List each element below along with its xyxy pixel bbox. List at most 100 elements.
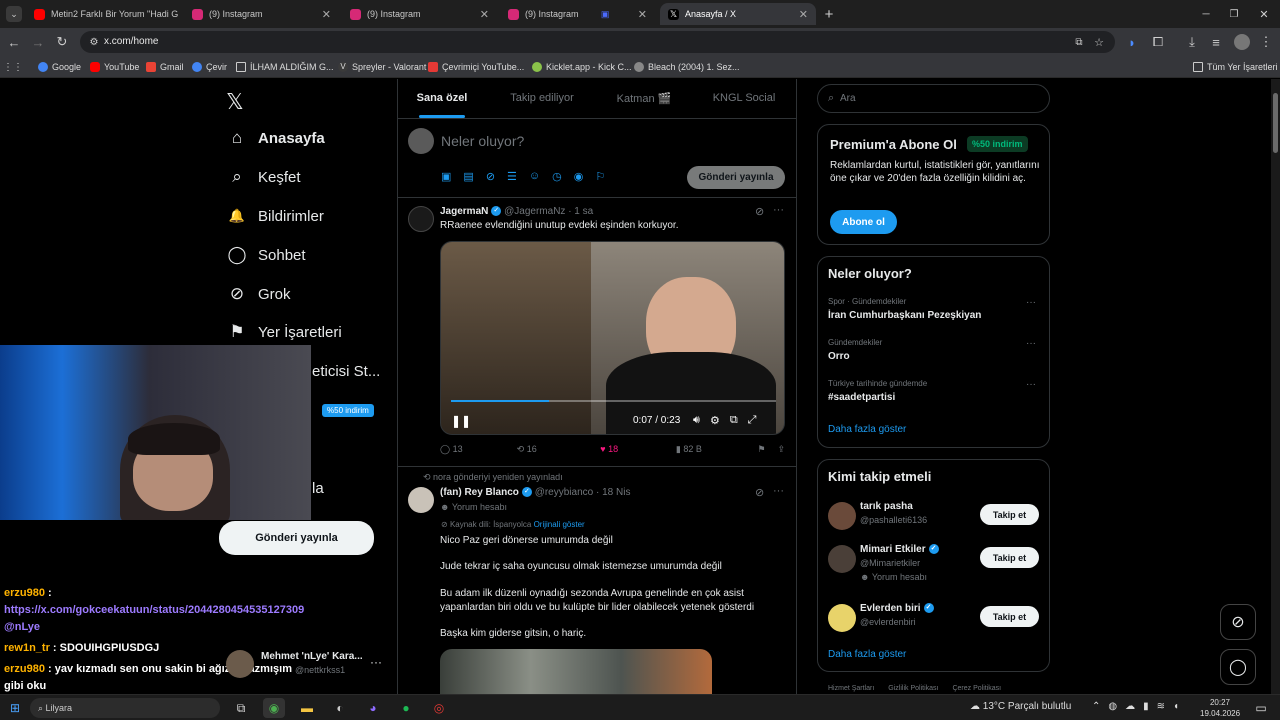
extension-icon[interactable]: ◗ <box>1124 34 1140 50</box>
follow-button[interactable]: Takip et <box>980 606 1039 627</box>
composer-avatar[interactable] <box>408 128 434 154</box>
chat-link[interactable]: https://x.com/gokceekatuun/status/204428… <box>4 604 304 633</box>
more-icon[interactable]: ··· <box>1026 379 1036 390</box>
subscribe-button[interactable]: Abone ol <box>830 210 897 234</box>
like-button[interactable]: ♥ 18 <box>600 444 676 455</box>
tweet-video[interactable]: ❚❚ 0:07 / 0:23 🔊︎ ⚙ ⧉ ⤢ <box>440 241 785 435</box>
popout-icon[interactable]: ⧉ <box>730 414 738 427</box>
notifications-icon[interactable]: ▭ <box>1250 698 1272 718</box>
volume-icon[interactable]: 🔊︎ <box>693 414 700 427</box>
spotify-icon[interactable]: ● <box>395 698 417 718</box>
retweet-button[interactable]: ⟲ 16 <box>517 444 601 455</box>
sidebar-item-profile[interactable]: la <box>312 477 324 499</box>
network-icon[interactable]: ◍ <box>1108 701 1117 712</box>
emoji-icon[interactable]: ☺ <box>529 170 540 183</box>
discord-icon[interactable]: ◕ <box>362 698 384 718</box>
tab-1[interactable]: (9) Instagram ✕ <box>184 3 339 25</box>
page-scrollbar[interactable] <box>1271 79 1280 694</box>
menu-kebab-icon[interactable]: ⋮ <box>1258 34 1274 50</box>
bookmark-star-icon[interactable]: ☆ <box>1092 35 1106 49</box>
tweet-author-name[interactable]: (fan) Rey Blanco <box>440 487 519 498</box>
account-avatar[interactable] <box>226 650 254 678</box>
forward-icon[interactable]: → <box>30 34 46 50</box>
close-icon[interactable]: ✕ <box>632 8 647 21</box>
schedule-icon[interactable]: ◷ <box>552 170 562 183</box>
close-icon[interactable]: ✕ <box>178 8 181 21</box>
chevron-up-icon[interactable]: ⌃ <box>1092 701 1100 712</box>
tweet-time[interactable]: · 1 sa <box>568 206 593 217</box>
bookmark-folder-ilham[interactable]: İLHAM ALDIĞIM G... <box>236 59 334 75</box>
bookmark-icon[interactable]: ⚑ <box>758 444 778 455</box>
bookmark-kicklet[interactable]: Kicklet.app - Kick C... <box>532 59 632 75</box>
recording-app-icon[interactable]: ◎ <box>428 698 450 718</box>
reload-icon[interactable]: ↻ <box>54 34 70 50</box>
windows-start-icon[interactable]: ⊞ <box>4 698 26 718</box>
footer-link[interactable]: Hizmet Şartları <box>828 685 874 692</box>
more-icon[interactable]: ··· <box>773 485 784 497</box>
profile-avatar[interactable] <box>1234 34 1250 50</box>
all-bookmarks[interactable]: Tüm Yer İşaretleri <box>1193 59 1278 75</box>
chrome-icon[interactable]: ◉ <box>263 698 285 718</box>
sidebar-item-grok[interactable]: ⊘ Grok <box>226 283 291 305</box>
suggestion-name[interactable]: Evlerden biri ✓ <box>860 603 934 614</box>
tab-for-you[interactable]: Sana özel <box>410 92 474 104</box>
download-icon[interactable]: ⤓ <box>1184 34 1200 50</box>
sidebar-item-explore[interactable]: ⌕ Keşfet <box>226 166 300 188</box>
tweet-image[interactable] <box>440 649 712 694</box>
account-more-icon[interactable]: ··· <box>370 655 382 669</box>
suggestion-avatar[interactable] <box>828 502 856 530</box>
trend-item[interactable]: Türkiye tarihinde gündemde #saadetpartis… <box>818 377 1049 418</box>
follow-show-more[interactable]: Daha fazla göster <box>828 649 906 660</box>
tweet-time[interactable]: · 18 Nis <box>596 487 630 498</box>
flag-icon[interactable]: ⚐ <box>595 170 605 183</box>
window-close-icon[interactable]: ✕ <box>1254 6 1274 22</box>
follow-button[interactable]: Takip et <box>980 547 1039 568</box>
bookmark-gmail[interactable]: Gmail <box>146 59 184 75</box>
minimize-icon[interactable]: ─ <box>1196 6 1216 22</box>
video-progress-track[interactable] <box>451 400 776 402</box>
back-icon[interactable]: ← <box>6 34 22 50</box>
apps-grid-icon[interactable]: ⋮⋮ <box>3 60 23 74</box>
suggestion-avatar[interactable] <box>828 604 856 632</box>
grok-float-icon[interactable]: ⊘ <box>1220 604 1256 640</box>
close-icon[interactable]: ✕ <box>793 8 808 21</box>
scrollbar-thumb[interactable] <box>1273 93 1278 153</box>
task-view-icon[interactable]: ⧉ <box>230 698 252 718</box>
more-icon[interactable]: ··· <box>773 204 784 216</box>
share-icon[interactable]: ⇪ <box>777 444 785 455</box>
post-button[interactable]: Gönderi yayınla <box>219 521 374 555</box>
search-input[interactable]: ⌕ Ara <box>817 84 1050 113</box>
bookmark-google[interactable]: Google <box>38 59 81 75</box>
taskbar-search[interactable]: ⌕ Lilyara <box>30 698 220 718</box>
follow-suggestion[interactable]: Evlerden biri ✓ @evlerdenbiri Takip et <box>818 602 1049 642</box>
sidebar-item-chat[interactable]: ◯ Sohbet <box>226 244 305 266</box>
views-button[interactable]: ▮ 82 B <box>676 444 758 455</box>
cloud-icon[interactable]: ☁ <box>1125 701 1135 712</box>
file-explorer-icon[interactable]: ▬ <box>296 698 318 718</box>
x-logo-icon[interactable]: 𝕏 <box>226 89 244 115</box>
tab-kngl-social[interactable]: KNGL Social <box>702 92 786 104</box>
trends-show-more[interactable]: Daha fazla göster <box>828 424 906 435</box>
suggestion-avatar[interactable] <box>828 545 856 573</box>
follow-suggestion[interactable]: tarık pasha @pashalleti6136 Takip et <box>818 498 1049 540</box>
install-app-icon[interactable]: ⧉ <box>1072 35 1086 49</box>
trend-item[interactable]: Spor · Gündemdekiler İran Cumhurbaşkanı … <box>818 295 1049 336</box>
footer-link[interactable]: Gizlilik Politikası <box>888 685 938 692</box>
sidebar-item-partial[interactable]: eticisi St... <box>312 360 380 382</box>
follow-suggestion[interactable]: Mimari Etkiler ✓ @Mimarietkiler ☻ Yorum h… <box>818 542 1049 592</box>
app-icon[interactable]: ◐ <box>329 698 351 718</box>
volume-icon[interactable]: ◖ <box>1173 701 1179 712</box>
image-icon[interactable]: ▣ <box>441 170 451 183</box>
more-icon[interactable]: ··· <box>1026 338 1036 349</box>
maximize-icon[interactable]: ❐ <box>1224 6 1244 22</box>
retweeted-by-text[interactable]: nora gönderiyi yeniden yayınladı <box>433 472 563 482</box>
messages-float-icon[interactable]: ◯ <box>1220 649 1256 685</box>
tab-following[interactable]: Takip ediliyor <box>500 92 584 104</box>
grok-explain-icon[interactable]: ⊘ <box>755 205 764 218</box>
tweet-handle[interactable]: @JagermaNz <box>504 206 565 217</box>
tab-2[interactable]: (9) Instagram ✕ <box>342 3 497 25</box>
tab-search-icon[interactable]: ⌄ <box>6 6 22 22</box>
mic-icon[interactable]: ▮ <box>1143 701 1149 712</box>
bookmark-valorant[interactable]: V Spreyler - Valorant <box>338 59 426 75</box>
gif-icon[interactable]: ▤ <box>463 170 473 183</box>
